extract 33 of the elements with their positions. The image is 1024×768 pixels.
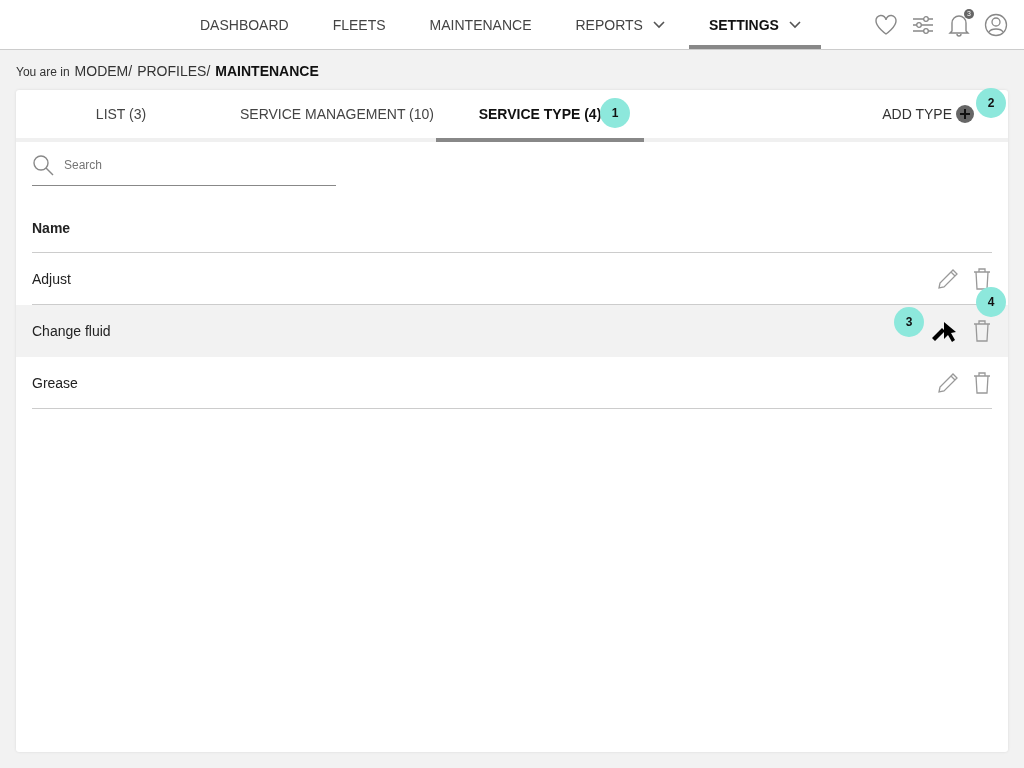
table-cell: Grease [32,374,78,391]
plus-icon [956,105,974,123]
search-field[interactable]: Search [62,157,336,173]
tab[interactable]: SERVICE MANAGEMENT (10) [226,90,436,142]
nav-tab[interactable]: MAINTENANCE [409,4,552,49]
callout-marker: 2 [976,88,1006,118]
delete-button[interactable] [972,318,992,343]
breadcrumb-prefix: You are in [16,65,70,79]
heart-icon[interactable] [874,13,898,36]
tab[interactable]: LIST (3) [16,90,226,142]
breadcrumb-link[interactable]: MAINTENANCE [215,63,319,79]
delete-button[interactable] [972,370,992,395]
nav-tab[interactable]: DASHBOARD [180,4,309,49]
nav-tab[interactable]: FLEETS [312,4,406,49]
nav-tab[interactable]: REPORTS [555,4,685,49]
table-cell: Adjust [32,270,71,287]
trash-icon [972,266,992,291]
trash-icon [972,318,992,343]
search-icon [32,154,54,176]
delete-button[interactable] [972,266,992,291]
column-header: Name [32,220,71,236]
table-cell: Change fluid [32,322,111,339]
trash-icon [972,370,992,395]
callout-marker: 1 [600,98,630,128]
sliders-icon[interactable] [912,14,934,35]
bell-icon[interactable] [948,12,970,37]
user-icon[interactable] [984,12,1008,37]
breadcrumb-link[interactable]: PROFILES/ [137,63,211,79]
nav-tab[interactable]: SETTINGS [688,4,821,49]
breadcrumb-link[interactable]: MODEM/ [74,63,133,79]
tab[interactable]: SERVICE TYPE (4) 1 [436,90,644,142]
callout-marker: 4 [976,287,1006,317]
table-row[interactable]: Grease [32,357,992,409]
